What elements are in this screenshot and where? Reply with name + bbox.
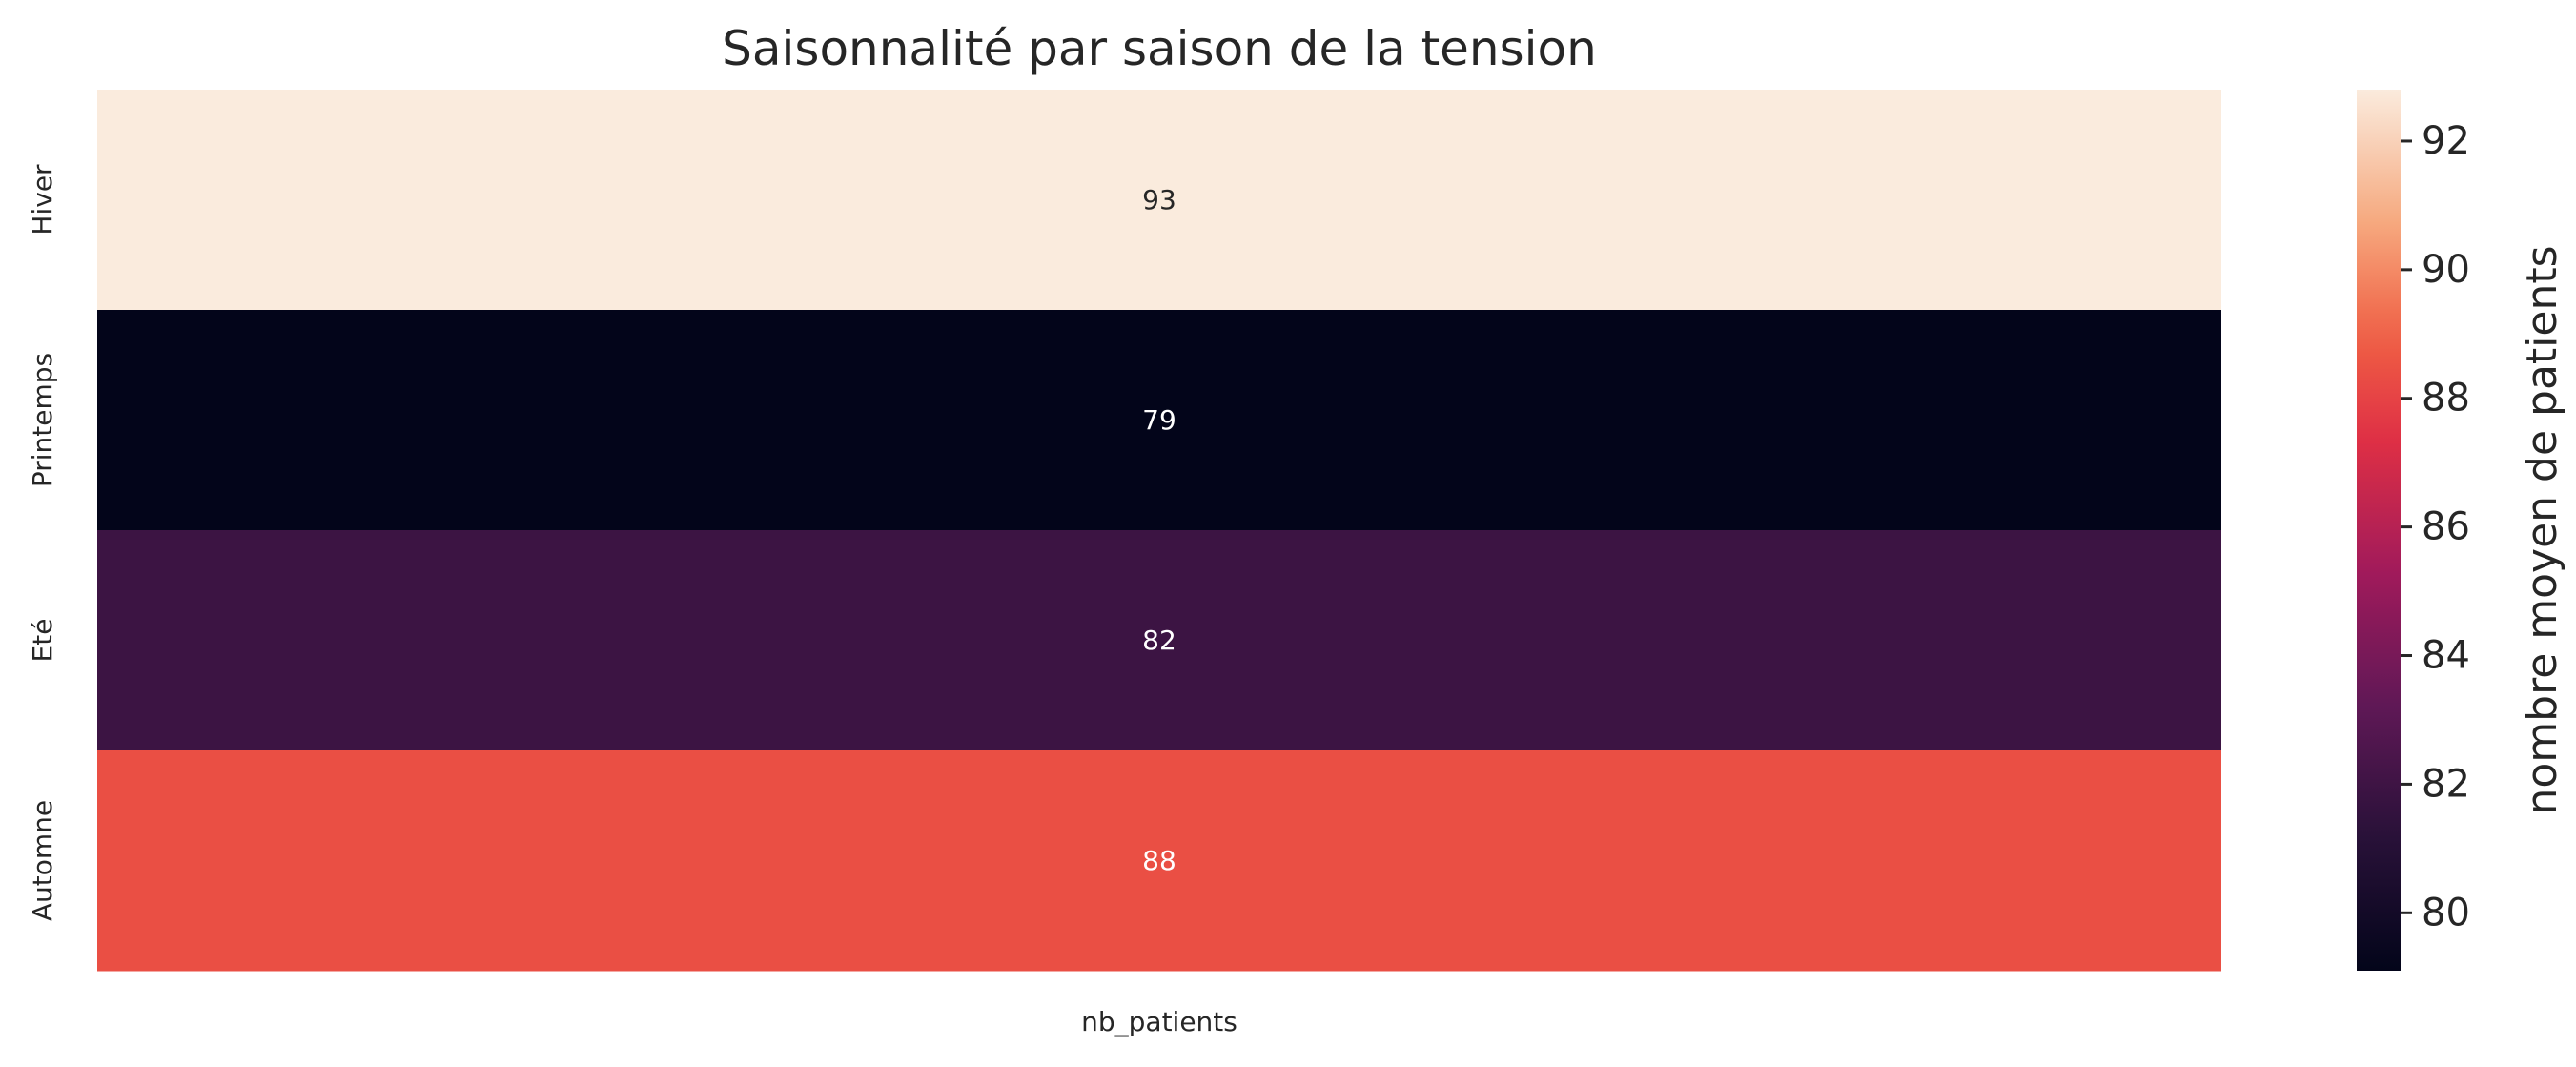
colorbar-tick-label: 84: [2422, 634, 2470, 678]
chart-title: Saisonnalité par saison de la tension: [722, 21, 1597, 76]
colorbar-tick-label: 86: [2422, 505, 2470, 549]
cell-value-label: 88: [1142, 845, 1176, 876]
row-label: Hiver: [27, 164, 58, 236]
colorbar: [2357, 90, 2401, 971]
row-label: Printemps: [27, 353, 58, 487]
colorbar-tick-label: 92: [2422, 119, 2470, 163]
cell-value-label: 93: [1142, 184, 1176, 215]
cell-value-label: 79: [1142, 404, 1176, 436]
colorbar-label: nombre moyen de patients: [2518, 245, 2566, 814]
heatmap-chart: Saisonnalité par saison de la tension 93…: [27, 21, 2566, 1037]
column-label: nb_patients: [1081, 1006, 1237, 1037]
row-labels: Hiver Printemps Eté Automne: [27, 164, 58, 921]
cell-value-label: 82: [1142, 625, 1176, 656]
row-label: Automne: [27, 800, 58, 921]
colorbar-tick-label: 80: [2422, 891, 2470, 934]
colorbar-tick-label: 88: [2422, 377, 2470, 421]
row-label: Eté: [27, 619, 58, 663]
colorbar-tick-label: 90: [2422, 248, 2470, 292]
heatmap-cells: 93 79 82 88: [97, 90, 2221, 972]
colorbar-ticks: 80 82 84 86 88 90 92: [2401, 119, 2470, 934]
colorbar-tick-label: 82: [2422, 762, 2470, 806]
